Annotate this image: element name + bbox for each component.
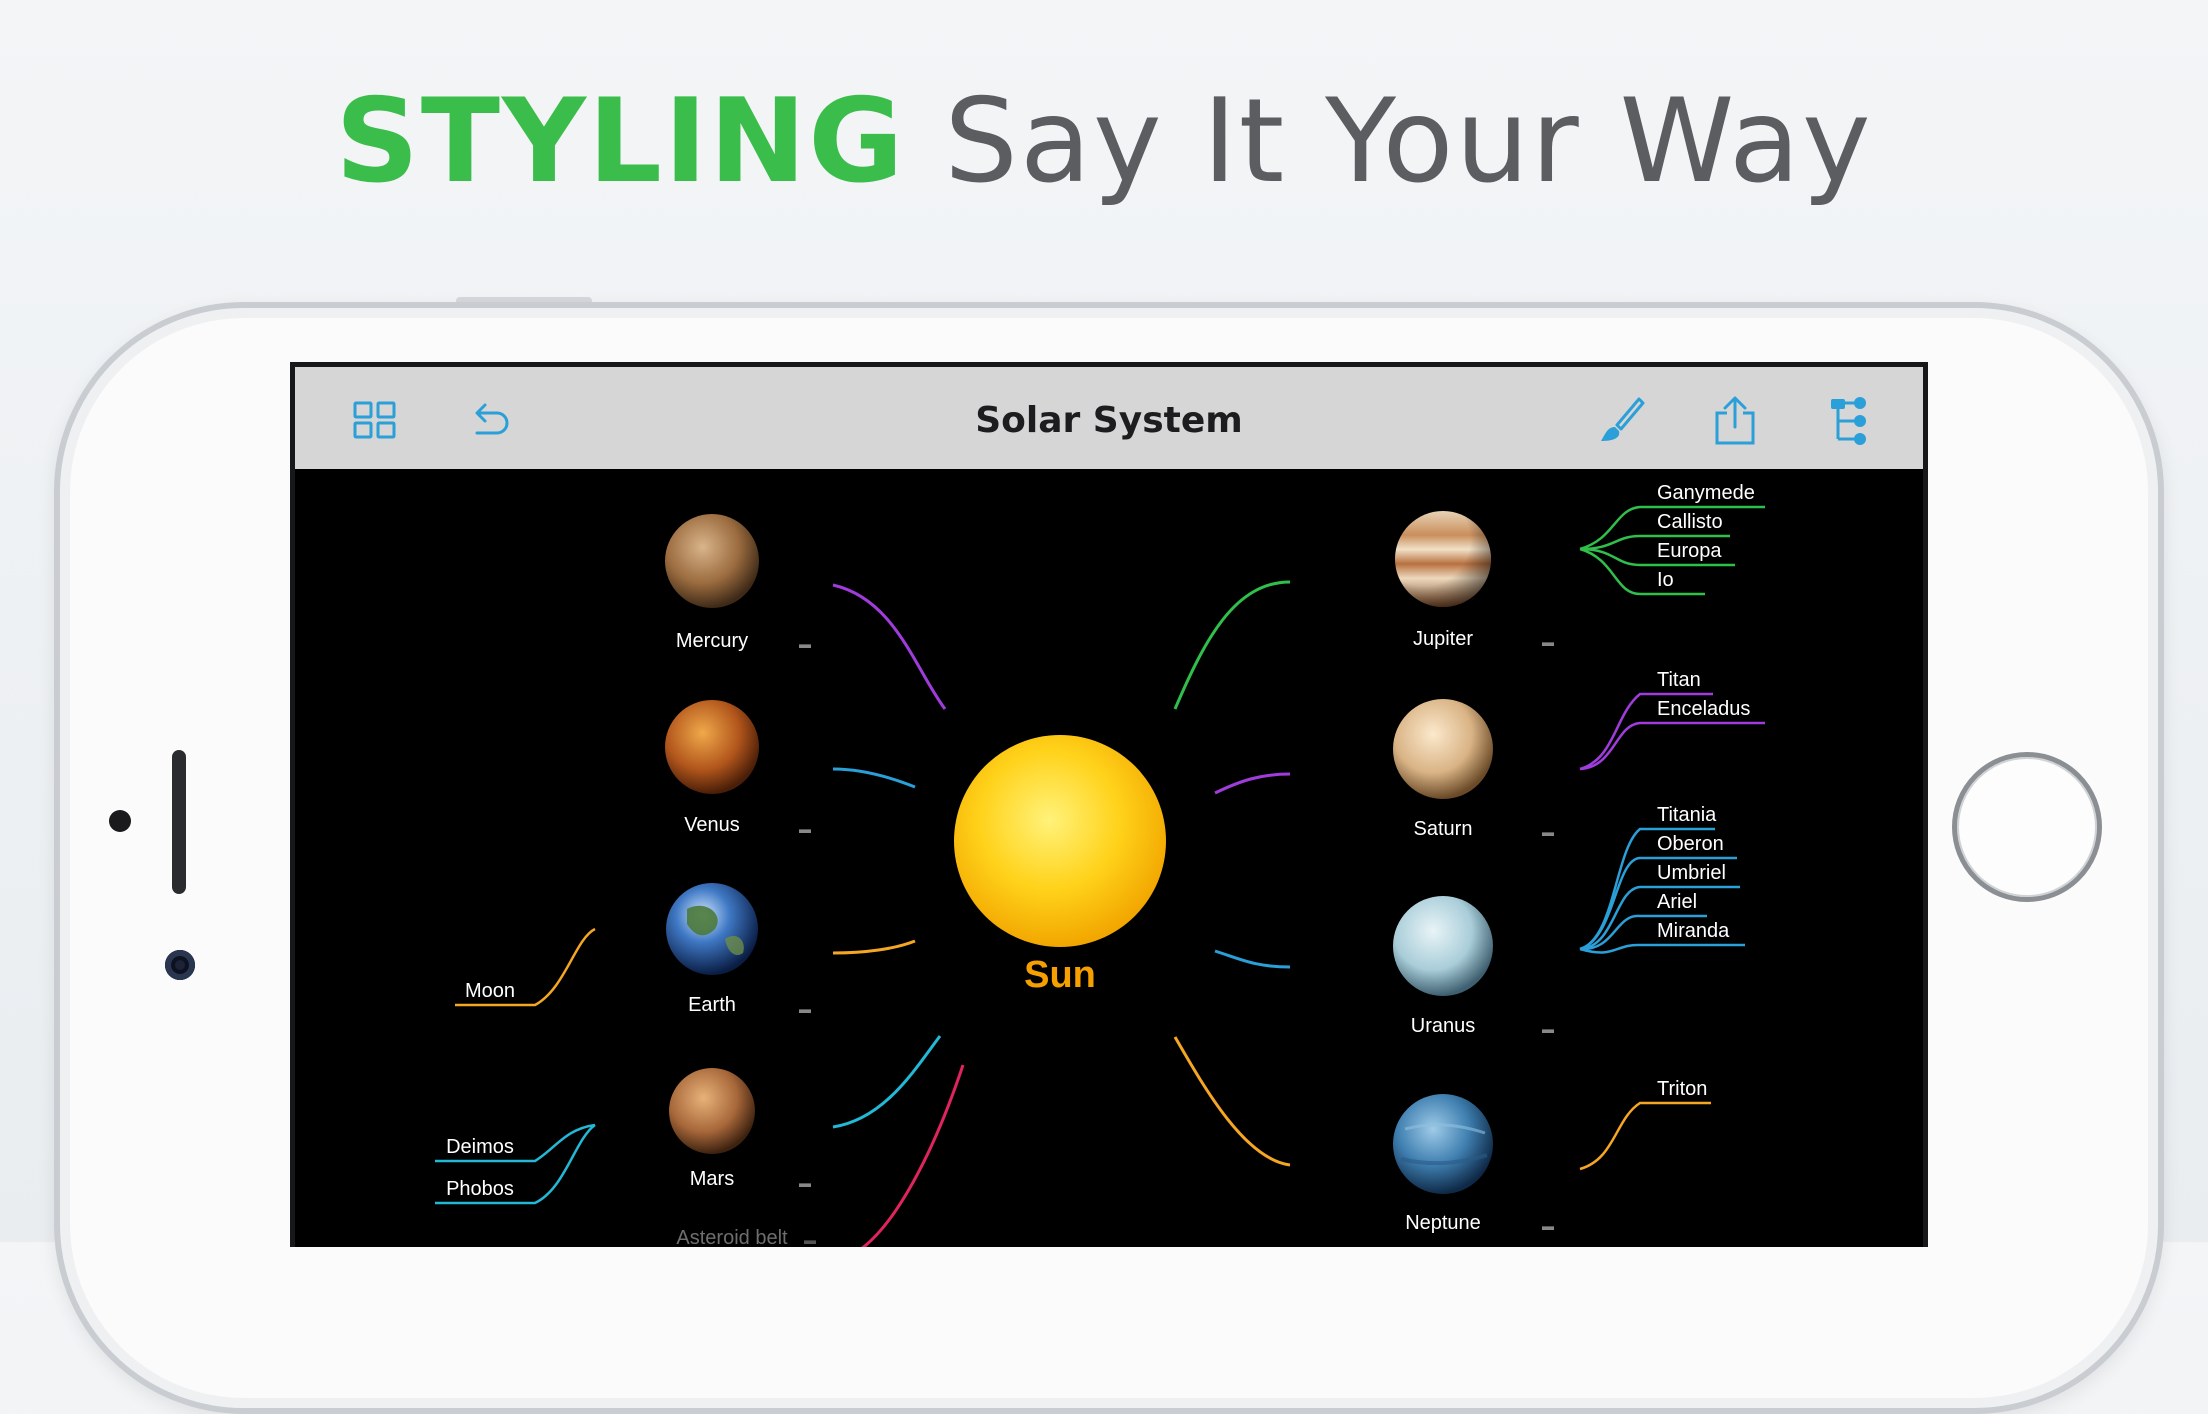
note-icon[interactable]: ▬: [804, 1233, 816, 1247]
uranus-image: [1393, 896, 1493, 996]
note-icon[interactable]: ▬: [799, 822, 811, 836]
toolbar: Solar System: [295, 367, 1923, 469]
umbriel-label[interactable]: Umbriel: [1657, 862, 1726, 884]
earth-label: Earth: [688, 994, 736, 1016]
venus-label: Venus: [684, 814, 740, 836]
note-icon[interactable]: ▬: [1542, 825, 1554, 839]
miranda-label[interactable]: Miranda: [1657, 920, 1730, 942]
branch-neptune: [1173, 1036, 1291, 1167]
mars-image: [669, 1068, 755, 1154]
headline-rest: Say It Your Way: [944, 74, 1873, 209]
planet-mars[interactable]: Mars ▬: [669, 1068, 811, 1190]
titan-label[interactable]: Titan: [1657, 669, 1701, 691]
mindmap-canvas[interactable]: Sun Mercury ▬ Venus ▬ Earth ▬ Mars ▬ Ast…: [295, 469, 1923, 1247]
mercury-image: [665, 514, 759, 608]
document-title: Solar System: [975, 400, 1243, 441]
phobos-label[interactable]: Phobos: [446, 1178, 514, 1200]
branch-uranus: [1214, 949, 1291, 969]
branch-asteroid-belt: [861, 1064, 965, 1247]
branch-earth: [832, 939, 916, 955]
headline-accent: STYLING: [335, 74, 906, 209]
jupiter-label: Jupiter: [1413, 628, 1473, 650]
headline: STYLING Say It Your Way: [0, 72, 2208, 212]
note-icon[interactable]: ▬: [1542, 1219, 1554, 1233]
deimos-label[interactable]: Deimos: [446, 1136, 514, 1158]
uranus-label: Uranus: [1411, 1015, 1475, 1037]
home-button[interactable]: [1952, 752, 2102, 902]
brush-icon[interactable]: [1593, 393, 1649, 449]
note-icon[interactable]: ▬: [799, 1002, 811, 1016]
callisto-label[interactable]: Callisto: [1657, 511, 1723, 533]
sun-node[interactable]: Sun: [954, 735, 1166, 996]
note-icon[interactable]: ▬: [799, 637, 811, 651]
branch-mars: [832, 1035, 942, 1129]
neptune-label: Neptune: [1405, 1212, 1481, 1234]
planet-earth[interactable]: Earth ▬: [666, 883, 811, 1016]
note-icon[interactable]: ▬: [799, 1176, 811, 1190]
note-icon[interactable]: ▬: [1542, 635, 1554, 649]
mercury-label: Mercury: [676, 630, 748, 652]
europa-label[interactable]: Europa: [1657, 540, 1722, 562]
planet-jupiter[interactable]: Jupiter ▬: [1395, 511, 1554, 650]
branch-venus: [832, 767, 916, 789]
front-camera: [165, 950, 195, 980]
ganymede-label[interactable]: Ganymede: [1657, 482, 1755, 504]
io-label[interactable]: Io: [1657, 569, 1674, 591]
oberon-label[interactable]: Oberon: [1657, 833, 1724, 855]
sun-image: [954, 735, 1166, 947]
ariel-label[interactable]: Ariel: [1657, 891, 1697, 913]
triton-label[interactable]: Triton: [1657, 1078, 1707, 1100]
app-screen: Solar System Sun Mercury ▬ Venus ▬ Earth…: [290, 362, 1928, 1247]
speaker-grille: [172, 750, 186, 894]
planet-venus[interactable]: Venus ▬: [665, 700, 811, 836]
planet-neptune[interactable]: Neptune ▬: [1393, 1094, 1554, 1234]
saturn-label: Saturn: [1414, 818, 1473, 840]
branch-jupiter: [1173, 580, 1291, 710]
grid-icon[interactable]: [347, 393, 403, 449]
share-icon[interactable]: [1707, 393, 1763, 449]
saturn-image: [1393, 699, 1493, 799]
sensor-dot: [109, 810, 131, 832]
outline-tree-icon[interactable]: [1823, 393, 1879, 449]
planet-saturn[interactable]: Saturn ▬: [1393, 699, 1554, 840]
note-icon[interactable]: ▬: [1542, 1022, 1554, 1036]
asteroid-belt-node[interactable]: Asteroid belt ▬: [676, 1227, 816, 1247]
undo-icon[interactable]: [463, 393, 519, 449]
venus-image: [665, 700, 759, 794]
planet-uranus[interactable]: Uranus ▬: [1393, 896, 1554, 1037]
neptune-image: [1393, 1094, 1493, 1194]
planet-mercury[interactable]: Mercury ▬: [665, 514, 811, 652]
asteroid-belt-label: Asteroid belt: [676, 1227, 788, 1247]
branch-mercury: [832, 583, 947, 710]
branch-saturn: [1214, 772, 1291, 795]
mars-label: Mars: [690, 1168, 734, 1190]
sun-label: Sun: [1024, 954, 1096, 996]
moon-label[interactable]: Moon: [465, 980, 515, 1002]
enceladus-label[interactable]: Enceladus: [1657, 698, 1750, 720]
titania-label[interactable]: Titania: [1657, 804, 1717, 826]
